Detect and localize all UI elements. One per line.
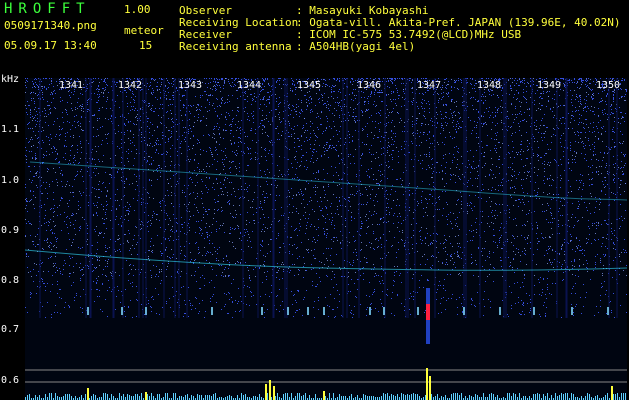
meteor-ping bbox=[383, 307, 385, 315]
meteor-echo-core bbox=[426, 304, 430, 320]
meteor-ping bbox=[323, 307, 325, 315]
y-tick-label: 0.7 bbox=[1, 324, 20, 335]
signal-spike bbox=[323, 391, 325, 400]
observer-label: Observer bbox=[179, 4, 232, 17]
y-tick-label: 0.9 bbox=[1, 225, 20, 236]
signal-spike bbox=[429, 376, 431, 400]
x-tick-label: 1341 bbox=[59, 80, 84, 91]
y-tick-label: 1.0 bbox=[1, 175, 20, 186]
receiver-label: Receiver bbox=[179, 28, 232, 41]
meteor-ping bbox=[121, 307, 123, 315]
meteor-ping bbox=[307, 307, 309, 315]
signal-spike bbox=[611, 386, 613, 400]
location-label: Receiving Location bbox=[179, 16, 299, 29]
meteor-ping bbox=[369, 307, 371, 315]
meteor-ping bbox=[417, 307, 419, 315]
signal-level-trace bbox=[25, 393, 626, 400]
meteor-ping bbox=[287, 307, 289, 315]
spectrogram-canvas bbox=[25, 78, 627, 400]
spectrogram-plot bbox=[25, 78, 627, 400]
meteor-label: meteor bbox=[124, 24, 164, 37]
y-axis-unit: kHz bbox=[1, 74, 20, 85]
x-tick-label: 1343 bbox=[178, 80, 203, 91]
observer-value: : Masayuki Kobayashi bbox=[296, 4, 429, 17]
meteor-count: 15 bbox=[139, 39, 153, 52]
x-tick-label: 1346 bbox=[357, 80, 382, 91]
signal-spike bbox=[145, 392, 147, 400]
meteor-ping bbox=[463, 307, 465, 315]
x-tick-label: 1347 bbox=[417, 80, 442, 91]
location-value: : Ogata-vill. Akita-Pref. JAPAN (139.96E… bbox=[296, 16, 621, 29]
signal-spike bbox=[273, 386, 275, 400]
antenna-label: Receiving antenna bbox=[179, 40, 292, 53]
carrier-trace bbox=[25, 249, 627, 271]
y-tick-label: 0.8 bbox=[1, 275, 20, 286]
meteor-ping bbox=[571, 307, 573, 315]
y-tick-label: 1.1 bbox=[1, 124, 20, 135]
signal-spike bbox=[265, 384, 267, 400]
x-tick-label: 1345 bbox=[297, 80, 322, 91]
y-tick-label: 0.6 bbox=[1, 375, 20, 386]
x-tick-label: 1348 bbox=[477, 80, 502, 91]
x-tick-label: 1349 bbox=[537, 80, 562, 91]
noise-speckle bbox=[25, 78, 627, 318]
meteor-ping bbox=[261, 307, 263, 315]
meteor-ping bbox=[607, 307, 609, 315]
meteor-ping bbox=[145, 307, 147, 315]
antenna-value: : A504HB(yagi 4el) bbox=[296, 40, 416, 53]
signal-spike bbox=[269, 380, 271, 400]
receiver-value: : ICOM IC-575 53.7492(@LCD)MHz USB bbox=[296, 28, 522, 41]
signal-spike bbox=[426, 368, 428, 400]
x-tick-label: 1342 bbox=[118, 80, 143, 91]
x-tick-label: 1350 bbox=[596, 80, 621, 91]
meteor-ping bbox=[533, 307, 535, 315]
app-version: 1.00 bbox=[124, 3, 151, 16]
meteor-ping bbox=[87, 307, 89, 315]
x-tick-label: 1344 bbox=[237, 80, 262, 91]
meteor-ping bbox=[499, 307, 501, 315]
signal-spike bbox=[87, 388, 89, 400]
meteor-ping bbox=[211, 307, 213, 315]
y-axis: kHz 1.1 1.0 0.9 0.8 0.7 0.6 bbox=[0, 0, 25, 400]
